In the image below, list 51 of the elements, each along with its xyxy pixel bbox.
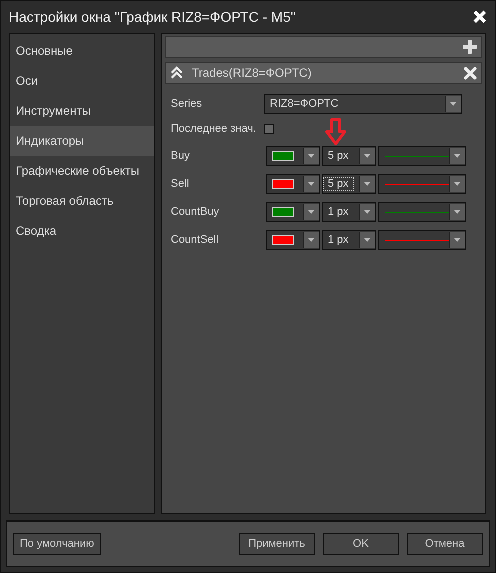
series-name-label: CountSell [171, 234, 220, 246]
indicator-title: Trades(RIZ8=ФОРТС) [192, 66, 313, 80]
caret-icon [454, 238, 461, 242]
ok-button[interactable]: OK [323, 533, 399, 555]
width-dropdown[interactable]: 5 px [322, 146, 376, 166]
cancel-button[interactable]: Отмена [407, 533, 483, 555]
caret-icon [308, 154, 315, 158]
close-icon[interactable] [473, 10, 487, 24]
series-dropdown[interactable]: RIZ8=ФОРТС [264, 94, 462, 114]
caret-icon [364, 210, 371, 214]
remove-icon[interactable] [464, 66, 477, 80]
caret-icon [450, 102, 457, 106]
caret-icon [308, 238, 315, 242]
add-icon[interactable] [463, 40, 477, 54]
window-title: Настройки окна "График RIZ8=ФОРТС - M5" [9, 9, 296, 25]
sidebar-item[interactable]: Оси [10, 66, 154, 96]
sidebar-item[interactable]: Сводка [10, 216, 154, 246]
color-dropdown[interactable] [266, 230, 320, 250]
sidebar-item[interactable]: Графические объекты [10, 156, 154, 186]
apply-button[interactable]: Применить [239, 533, 315, 555]
color-dropdown[interactable] [266, 146, 320, 166]
collapse-icon[interactable] [170, 66, 184, 80]
color-dropdown[interactable] [266, 174, 320, 194]
line-style-dropdown[interactable] [378, 202, 466, 222]
last-value-label: Последнее знач. [171, 123, 258, 135]
caret-icon [308, 182, 315, 186]
arrow-down-icon [325, 118, 347, 146]
color-dropdown[interactable] [266, 202, 320, 222]
caret-icon [364, 238, 371, 242]
caret-icon [454, 182, 461, 186]
sidebar-item[interactable]: Основные [10, 36, 154, 66]
series-name-label: CountBuy [171, 206, 220, 218]
caret-icon [308, 210, 315, 214]
series-label: Series [171, 98, 204, 110]
sidebar-item[interactable]: Торговая область [10, 186, 154, 216]
series-name-label: Buy [171, 150, 191, 162]
line-style-dropdown[interactable] [378, 174, 466, 194]
caret-icon [454, 210, 461, 214]
line-style-dropdown[interactable] [378, 146, 466, 166]
series-name-label: Sell [171, 178, 190, 190]
last-value-checkbox[interactable] [264, 124, 274, 134]
line-style-dropdown[interactable] [378, 230, 466, 250]
width-dropdown[interactable]: 5 px [322, 174, 376, 194]
caret-icon [364, 154, 371, 158]
width-dropdown[interactable]: 1 px [322, 202, 376, 222]
caret-icon [364, 182, 371, 186]
default-button[interactable]: По умолчанию [13, 533, 102, 555]
caret-icon [454, 154, 461, 158]
sidebar-item[interactable]: Индикаторы [10, 126, 154, 156]
sidebar-item[interactable]: Инструменты [10, 96, 154, 126]
width-dropdown[interactable]: 1 px [322, 230, 376, 250]
